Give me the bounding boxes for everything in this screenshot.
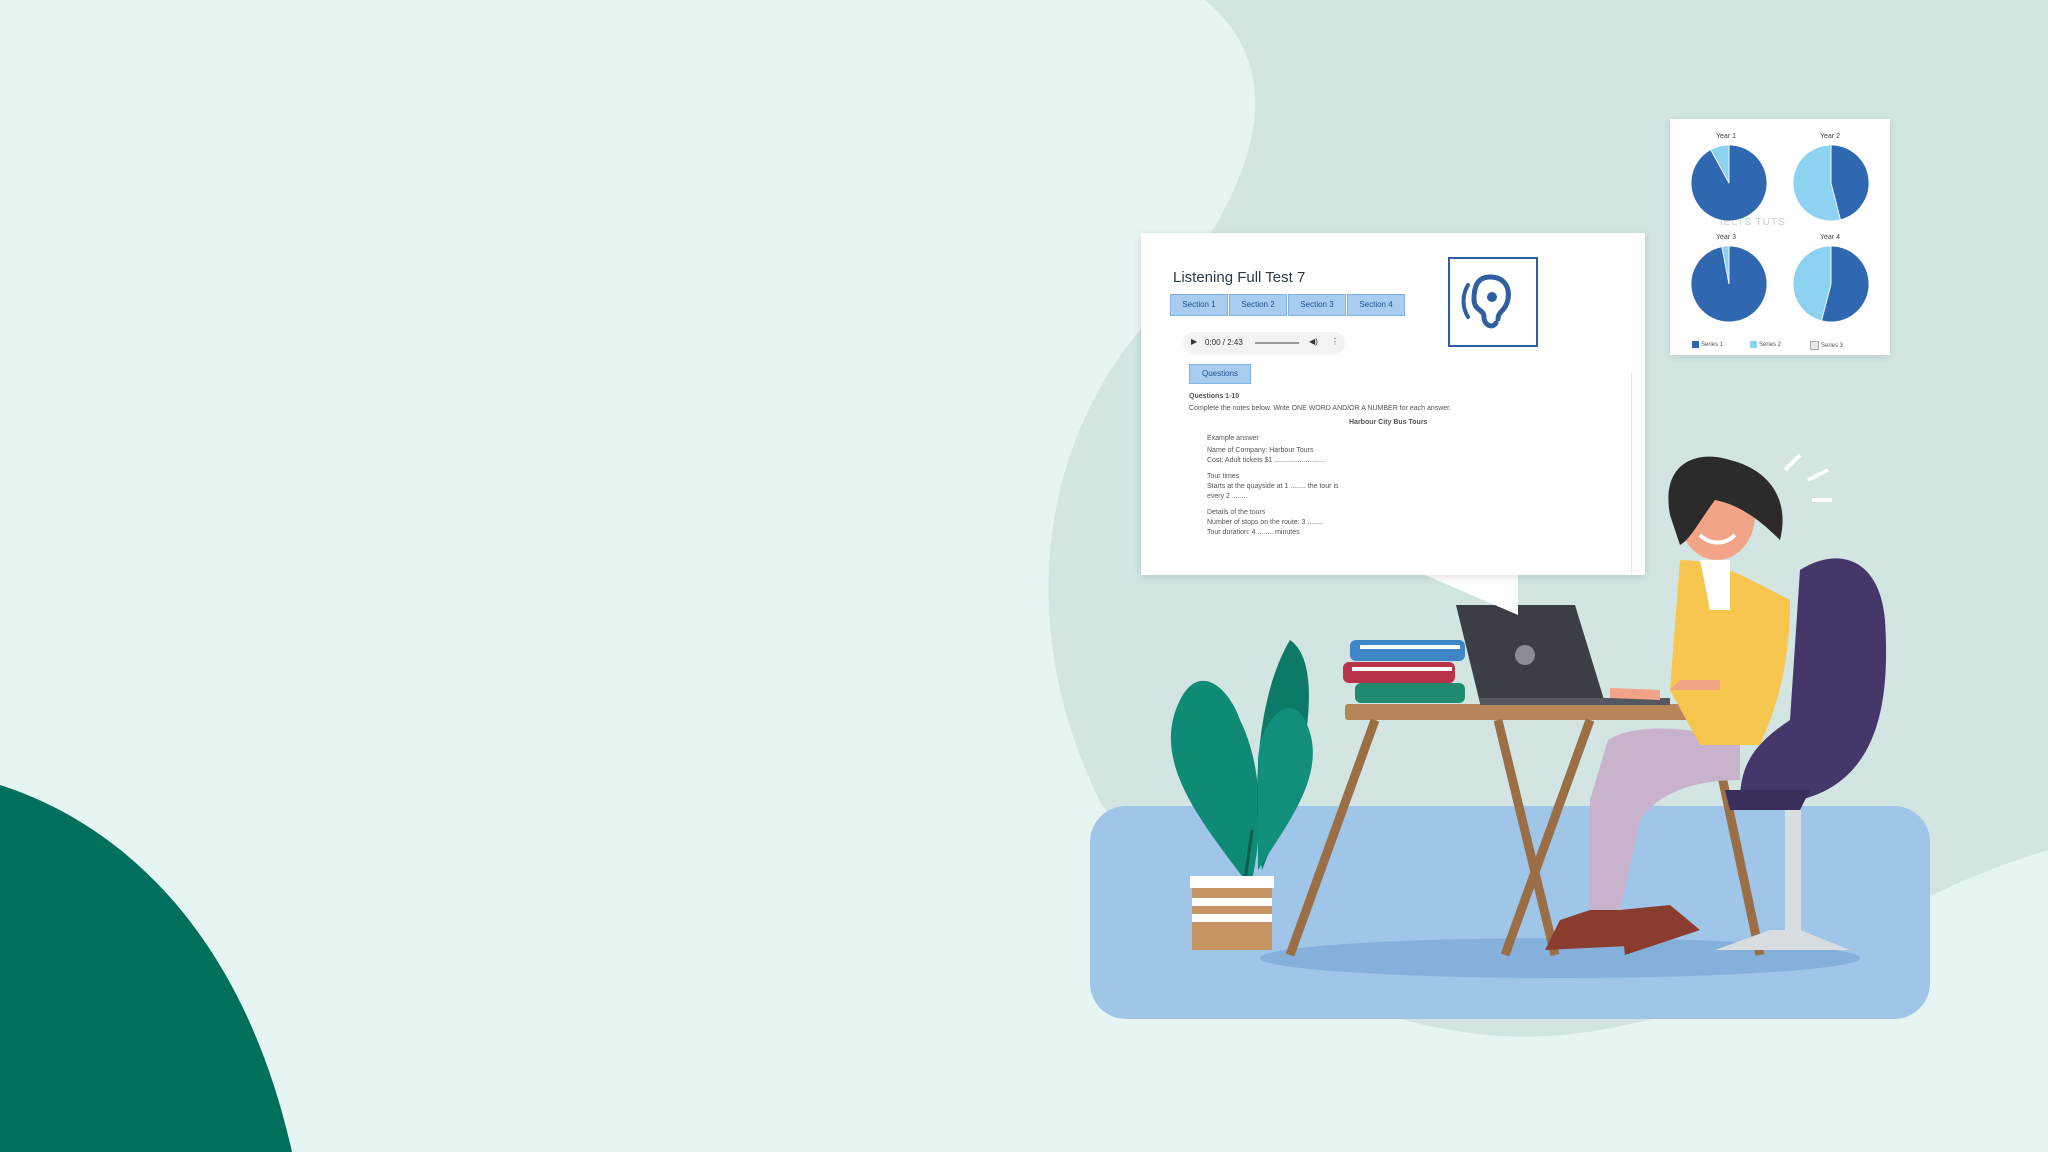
play-icon[interactable]: ▶ bbox=[1191, 337, 1197, 346]
notes-line: Starts at the quayside at 1 ........ the… bbox=[1207, 483, 1339, 490]
notes-line: Cost: Adult tickets $1 .................… bbox=[1207, 457, 1325, 464]
pie-charts bbox=[1690, 144, 1870, 323]
legend-item: Series 1 bbox=[1692, 341, 1723, 348]
tab-section-4[interactable]: Section 4 bbox=[1347, 294, 1405, 316]
questions-heading: Questions 1-10 bbox=[1189, 393, 1240, 400]
legend-item: Series 3 bbox=[1810, 341, 1843, 350]
tab-section-1[interactable]: Section 1 bbox=[1170, 294, 1228, 316]
notes-line: Tour times bbox=[1207, 473, 1240, 480]
books bbox=[1343, 640, 1465, 703]
audio-player[interactable]: ▶ 0:00 / 2:43 ◀) ⋮ bbox=[1183, 332, 1345, 354]
test-title: Listening Full Test 7 bbox=[1173, 269, 1306, 286]
tab-section-3[interactable]: Section 3 bbox=[1288, 294, 1346, 316]
audio-time: 0:00 / 2:43 bbox=[1205, 338, 1243, 347]
example-line: Example answer bbox=[1207, 435, 1259, 442]
listening-test-panel: Listening Full Test 7 Section 1 Section … bbox=[1141, 233, 1645, 575]
ear-icon bbox=[1448, 257, 1538, 347]
notes-line: Number of stops on the route: 3 ........ bbox=[1207, 519, 1323, 526]
more-options-icon[interactable]: ⋮ bbox=[1331, 337, 1339, 346]
pie-chart-panel: Year 1 Year 2 Year 3 Year 4 IELTS TUTS S… bbox=[1670, 119, 1890, 355]
notes-line: Details of the tours bbox=[1207, 509, 1266, 516]
audio-progress-bar[interactable] bbox=[1255, 342, 1299, 344]
notes-title: Harbour City Bus Tours bbox=[1349, 419, 1428, 426]
legend-item: Series 2 bbox=[1750, 341, 1781, 348]
instructions-text: Complete the notes below. Write ONE WORD… bbox=[1189, 405, 1452, 412]
volume-icon[interactable]: ◀) bbox=[1309, 337, 1318, 346]
tab-section-2[interactable]: Section 2 bbox=[1229, 294, 1287, 316]
questions-content: Questions 1-10 Complete the notes below.… bbox=[1181, 373, 1632, 575]
notes-line: Name of Company: Harbour Tours bbox=[1207, 447, 1314, 454]
notes-line: every 2 ........ bbox=[1207, 493, 1248, 500]
notes-line: Tour duration: 4 ........ minutes bbox=[1207, 529, 1300, 536]
